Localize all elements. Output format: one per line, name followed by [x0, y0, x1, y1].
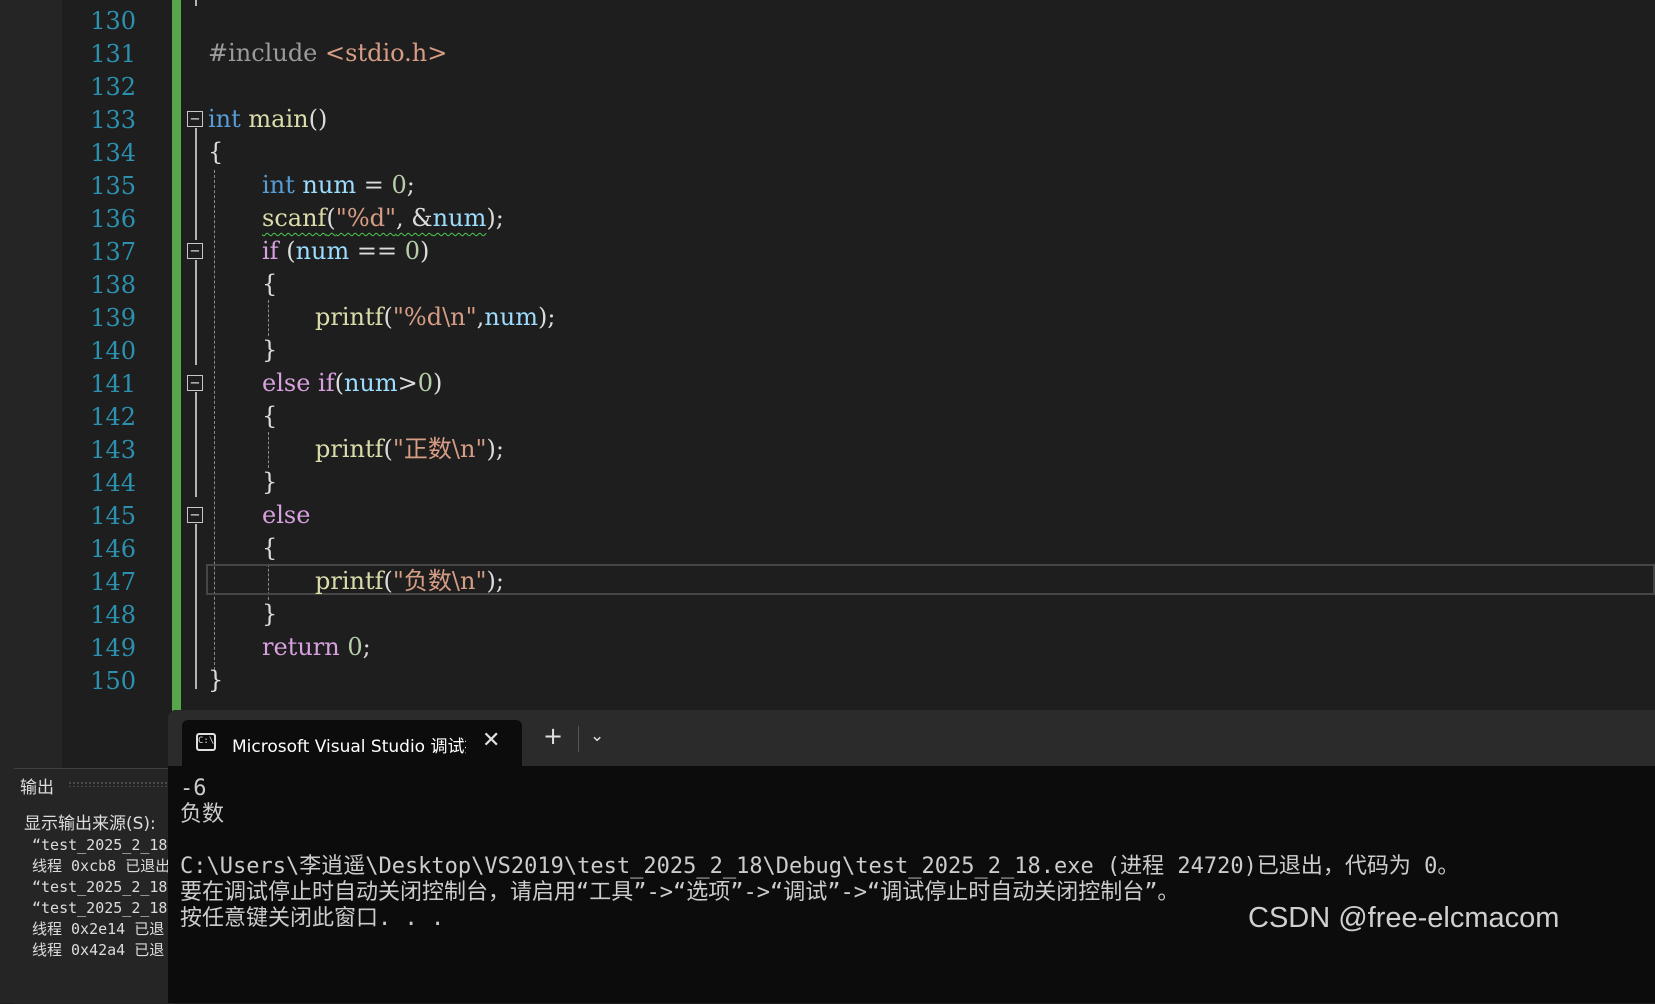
outline-guide [195, 524, 197, 629]
code-line-138: { [262, 270, 278, 298]
code-line-141: else if(num>0) [262, 369, 443, 397]
output-pane[interactable]: 输出 显示输出来源(S): “test_2025_2_18 线程 0xcb8 已… [14, 768, 174, 1004]
outline-guide [195, 392, 197, 497]
terminal-tab[interactable]: C:\ Microsoft Visual Studio 调试控制台 ✕ [182, 720, 522, 766]
line-number: 133 [90, 106, 136, 134]
code-line-148: } [262, 600, 278, 628]
output-line: “test_2025_2_18 [32, 899, 168, 917]
watermark: CSDN @free-elcmacom [1248, 902, 1560, 934]
outline-guide [195, 629, 197, 689]
line-number: 139 [90, 304, 136, 332]
output-line: “test_2025_2_18 [32, 878, 168, 896]
tab-separator [578, 726, 579, 752]
code-line-135: int num = 0; [262, 171, 415, 199]
line-number: 135 [90, 172, 136, 200]
line-number: 134 [90, 139, 136, 167]
terminal-tab-title: Microsoft Visual Studio 调试控制台 [232, 737, 466, 757]
line-number: 130 [90, 7, 136, 35]
collapse-else-if-icon[interactable]: − [187, 375, 203, 391]
collapse-else-icon[interactable]: − [187, 507, 203, 523]
code-line-131: #include <stdio.h> [208, 39, 448, 67]
outline-guide [195, 0, 197, 6]
code-line-147: printf("负数\n"); [315, 567, 504, 595]
output-source-label: 显示输出来源(S): [24, 814, 156, 834]
line-number: 138 [90, 271, 136, 299]
debug-console-window[interactable]: C:\ Microsoft Visual Studio 调试控制台 ✕ + ⌄ … [168, 710, 1655, 1003]
output-line: 线程 0xcb8 已退出 [32, 857, 171, 875]
line-number: 136 [90, 205, 136, 233]
line-number: 143 [90, 436, 136, 464]
output-line: “test_2025_2_18 [32, 836, 168, 854]
code-line-140: } [262, 336, 278, 364]
change-tracking-bar [172, 0, 181, 734]
line-number: 147 [90, 568, 136, 596]
pane-drag-grip[interactable] [68, 781, 173, 787]
code-line-134: { [208, 138, 224, 166]
chevron-down-icon[interactable]: ⌄ [590, 726, 604, 746]
code-line-146: { [262, 534, 278, 562]
line-number: 132 [90, 73, 136, 101]
line-number: 144 [90, 469, 136, 497]
line-number: 141 [90, 370, 136, 398]
code-line-139: printf("%d\n",num); [315, 303, 556, 331]
indent-guide [268, 300, 269, 336]
terminal-tab-bar: C:\ Microsoft Visual Studio 调试控制台 ✕ + ⌄ [168, 710, 1655, 766]
code-line-150: } [208, 666, 224, 694]
code-line-133: int main() [208, 105, 328, 133]
code-line-143: printf("正数\n"); [315, 435, 504, 463]
indent-guide [214, 170, 215, 670]
outline-guide [195, 128, 197, 240]
code-line-149: return 0; [262, 633, 371, 661]
indent-guide [268, 432, 269, 468]
outline-guide [195, 260, 197, 365]
console-icon: C:\ [196, 733, 216, 751]
output-pane-title: 输出 [20, 778, 54, 798]
output-line: 线程 0x2e14 已退 [32, 920, 165, 938]
terminal-line: 负数 [180, 802, 225, 827]
code-line-136: scanf("%d", &num); [262, 204, 504, 232]
collapse-if-icon[interactable]: − [187, 243, 203, 259]
output-log: “test_2025_2_18 线程 0xcb8 已退出 “test_2025_… [32, 835, 172, 961]
line-number: 148 [90, 601, 136, 629]
collapse-main-icon[interactable]: − [187, 111, 203, 127]
terminal-line: -6 [180, 776, 207, 801]
output-line: 线程 0x42a4 已退 [32, 941, 165, 959]
line-number: 149 [90, 634, 136, 662]
code-line-137: if (num == 0) [262, 237, 430, 265]
line-number: 137 [90, 238, 136, 266]
code-line-145: else [262, 501, 311, 529]
code-line-142: { [262, 402, 278, 430]
line-number: 150 [90, 667, 136, 695]
line-number: 146 [90, 535, 136, 563]
line-number: 140 [90, 337, 136, 365]
code-line-144: } [262, 468, 278, 496]
line-number: 145 [90, 502, 136, 530]
line-number-gutter: 130 131 132 133 134 135 136 137 138 139 … [62, 0, 172, 760]
terminal-line: C:\Users\李逍遥\Desktop\VS2019\test_2025_2_… [180, 854, 1460, 879]
new-tab-button[interactable]: + [543, 724, 563, 748]
line-number: 142 [90, 403, 136, 431]
close-icon[interactable]: ✕ [482, 728, 500, 753]
line-number: 131 [90, 40, 136, 68]
